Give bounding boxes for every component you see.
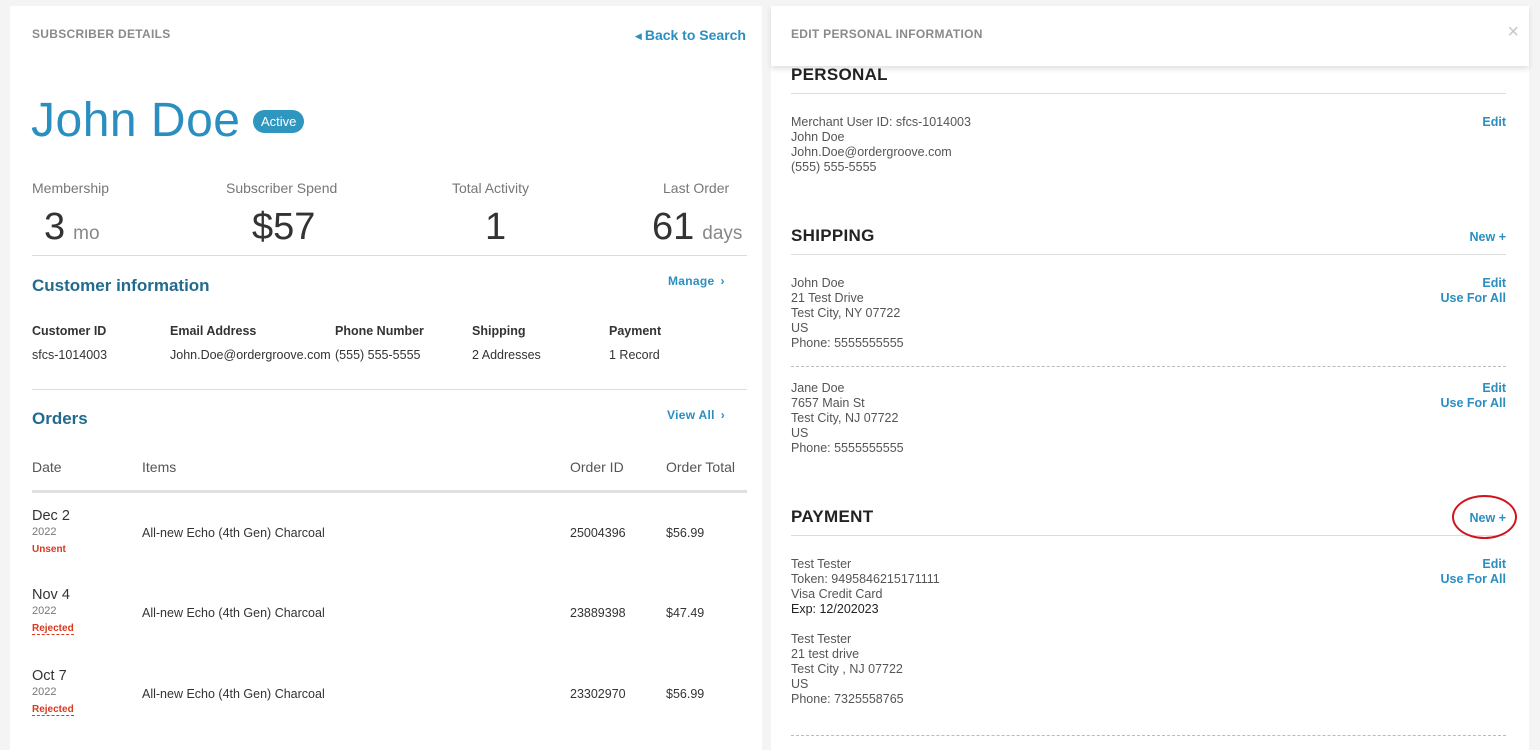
stat-activity-value: 1: [485, 206, 507, 248]
orders-header-order-total[interactable]: Order Total: [666, 459, 735, 475]
personal-info-block: Merchant User ID: sfcs-1014003 John Doe …: [791, 115, 971, 175]
shipping-1-edit-button[interactable]: Edit: [1482, 276, 1506, 290]
order-date: Nov 4: [32, 587, 70, 603]
merchant-user-id: Merchant User ID: sfcs-1014003: [791, 115, 971, 129]
order-total: $47.49: [666, 606, 705, 620]
order-item: All-new Echo (4th Gen) Charcoal: [142, 606, 325, 620]
ci-email: John.Doe@ordergroove.com: [170, 348, 331, 362]
personal-phone: (555) 555-5555: [791, 160, 877, 174]
payment-card-block: Test Tester Token: 9495846215171111 Visa…: [791, 557, 940, 616]
orders-title: Orders: [32, 409, 88, 428]
order-item: All-new Echo (4th Gen) Charcoal: [142, 687, 325, 701]
stat-last-order-value: 61 days: [652, 206, 743, 248]
ci-header-customer-id: Customer ID: [32, 324, 107, 338]
payment-edit-button[interactable]: Edit: [1482, 557, 1506, 571]
ci-shipping: 2 Addresses: [472, 348, 541, 362]
stat-activity-label: Total Activity: [452, 180, 530, 196]
orders-header-order-id[interactable]: Order ID: [570, 459, 624, 475]
order-year: 2022: [32, 605, 57, 617]
divider: [32, 255, 747, 256]
order-item: All-new Echo (4th Gen) Charcoal: [142, 526, 325, 540]
order-year: 2022: [32, 526, 57, 538]
stat-membership-label: Membership: [32, 180, 110, 196]
caret-left-icon: ◀: [634, 31, 642, 41]
shipping-new-button[interactable]: New +: [1470, 230, 1506, 244]
personal-name: John Doe: [791, 130, 845, 144]
shipping-2-use-for-all-button[interactable]: Use For All: [1440, 396, 1506, 410]
divider: [32, 389, 747, 390]
dashed-divider: [791, 366, 1506, 367]
order-date: Dec 2: [32, 508, 70, 524]
manage-link[interactable]: Manage ›: [668, 274, 725, 288]
payment-section-title: PAYMENT: [791, 507, 874, 526]
divider: [791, 93, 1506, 94]
edit-personal-info-panel: EDIT PERSONAL INFORMATION × PERSONAL Mer…: [771, 6, 1529, 750]
stat-spend-value: $57: [252, 206, 316, 248]
order-status[interactable]: Rejected: [32, 704, 74, 716]
chevron-right-icon: ›: [720, 408, 726, 422]
divider: [791, 254, 1506, 255]
divider: [791, 535, 1506, 536]
order-id: 23302970: [570, 687, 626, 701]
order-total: $56.99: [666, 687, 705, 701]
chevron-right-icon: ›: [720, 274, 725, 288]
shipping-section-title: SHIPPING: [791, 226, 875, 245]
order-status[interactable]: Rejected: [32, 623, 74, 635]
back-to-search-link[interactable]: ◀ Back to Search: [635, 27, 746, 43]
personal-edit-button[interactable]: Edit: [1482, 115, 1506, 129]
status-badge: Active: [253, 110, 305, 133]
panel-header: EDIT PERSONAL INFORMATION: [791, 27, 983, 41]
panel-topbar: EDIT PERSONAL INFORMATION ×: [771, 6, 1529, 66]
panel-header: SUBSCRIBER DETAILS: [32, 27, 171, 41]
shipping-2-edit-button[interactable]: Edit: [1482, 381, 1506, 395]
ci-payment: 1 Record: [609, 348, 660, 362]
order-id: 23889398: [570, 606, 626, 620]
close-icon[interactable]: ×: [1507, 22, 1519, 42]
orders-header-date[interactable]: Date: [32, 459, 62, 475]
ci-header-shipping: Shipping: [472, 324, 526, 338]
orders-header-divider: [32, 490, 747, 493]
payment-use-for-all-button[interactable]: Use For All: [1440, 572, 1506, 586]
stat-spend-label: Subscriber Spend: [226, 180, 338, 196]
dashed-divider: [791, 735, 1506, 736]
personal-email: John.Doe@ordergroove.com: [791, 145, 952, 159]
card-expiration: Exp: 12/202023: [791, 602, 879, 616]
order-id: 25004396: [570, 526, 626, 540]
ci-customer-id: sfcs-1014003: [32, 348, 108, 362]
ci-header-email: Email Address: [170, 324, 257, 338]
shipping-address-1: John Doe 21 Test Drive Test City, NY 077…: [791, 276, 904, 350]
ci-phone: (555) 555-5555: [335, 348, 421, 362]
billing-address-block: Test Tester 21 test drive Test City , NJ…: [791, 632, 904, 706]
payment-new-button[interactable]: New +: [1470, 511, 1506, 525]
personal-section-title: PERSONAL: [791, 65, 888, 84]
customer-info-title: Customer information: [32, 276, 210, 295]
shipping-1-use-for-all-button[interactable]: Use For All: [1440, 291, 1506, 305]
stat-last-order-label: Last Order: [663, 180, 730, 196]
order-status: Unsent: [32, 544, 66, 555]
shipping-address-2: Jane Doe 7657 Main St Test City, NJ 0772…: [791, 381, 904, 455]
view-all-link[interactable]: View All ›: [667, 408, 725, 422]
ci-header-payment: Payment: [609, 324, 662, 338]
back-to-search-label: Back to Search: [644, 27, 746, 43]
order-year: 2022: [32, 686, 57, 698]
ci-header-phone: Phone Number: [335, 324, 424, 338]
order-date: Oct 7: [32, 668, 67, 684]
stat-membership-value: 3 mo: [44, 206, 100, 248]
order-total: $56.99: [666, 526, 705, 540]
subscriber-name: John Doe: [31, 94, 241, 147]
subscriber-details-panel: SUBSCRIBER DETAILS ◀ Back to Search John …: [10, 6, 762, 750]
orders-header-items[interactable]: Items: [142, 459, 176, 475]
